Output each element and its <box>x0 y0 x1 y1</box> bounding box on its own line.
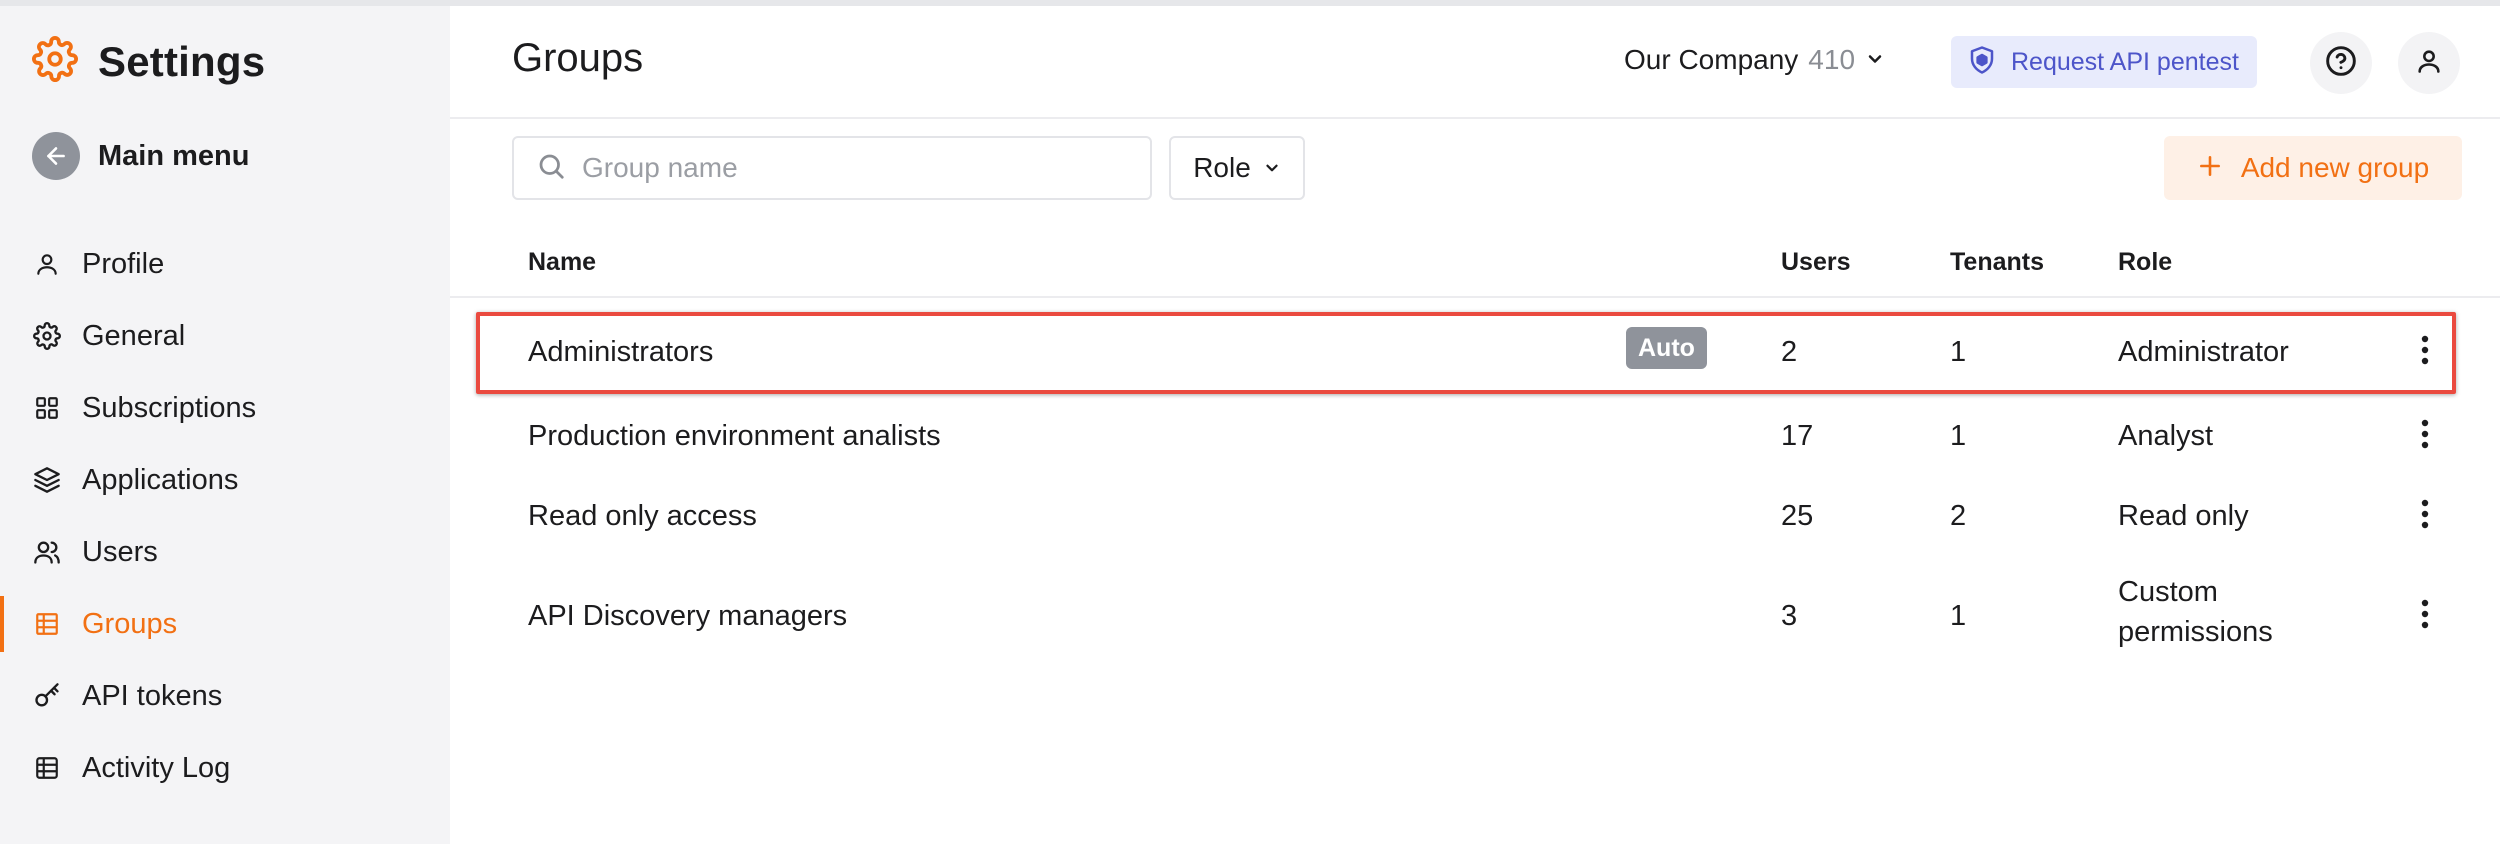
tenants-count: 2 <box>1950 500 1967 532</box>
group-role-line-2: permissions <box>2118 616 2273 648</box>
users-count: 25 <box>1781 500 1814 532</box>
table-header: Name Users Tenants Role <box>450 242 2500 298</box>
tenants-count: 1 <box>1950 600 1967 632</box>
key-icon <box>32 681 62 711</box>
group-role: Read only <box>2118 500 2249 532</box>
user-icon <box>2415 47 2443 80</box>
settings-title: Settings <box>98 37 266 85</box>
sidebar-item-api-tokens[interactable]: API tokens <box>0 660 450 732</box>
chevron-down-icon <box>1263 152 1281 184</box>
column-header-role: Role <box>2118 248 2173 276</box>
page-title: Groups <box>512 36 644 80</box>
column-header-tenants: Tenants <box>1950 248 2044 276</box>
request-api-pentest-button[interactable]: Request API pentest <box>1951 36 2257 88</box>
gear-icon <box>32 321 62 351</box>
add-new-group-label: Add new group <box>2240 152 2430 183</box>
company-count: 410 <box>1808 44 1856 75</box>
groups-icon <box>32 609 62 639</box>
sidebar-item-label: Subscriptions <box>82 391 257 424</box>
table-row[interactable]: Read only access 25 2 Read only <box>450 478 2500 556</box>
sidebar-item-label: Users <box>82 535 158 568</box>
chevron-down-icon <box>1865 44 1885 76</box>
role-filter-dropdown[interactable]: Role <box>1169 136 1305 200</box>
sidebar-item-label: General <box>82 319 186 352</box>
log-icon <box>32 753 62 783</box>
group-role-line-1: Custom <box>2118 576 2218 608</box>
help-circle-icon <box>2325 45 2357 82</box>
sidebar-item-subscriptions[interactable]: Subscriptions <box>0 372 450 444</box>
sidebar-item-groups[interactable]: Groups <box>0 588 450 660</box>
main-menu-button[interactable]: Main menu <box>32 132 249 180</box>
users-icon <box>32 537 62 567</box>
sidebar-item-applications[interactable]: Applications <box>0 444 450 516</box>
group-name-search-input[interactable] <box>582 152 1102 184</box>
groups-toolbar: Role Add new group <box>450 136 2500 204</box>
tenants-count: 1 <box>1950 336 1967 368</box>
group-name: Read only access <box>528 500 757 532</box>
users-count: 2 <box>1781 336 1798 368</box>
column-header-name: Name <box>528 248 597 276</box>
main-menu-label: Main menu <box>98 139 250 172</box>
pentest-label: Request API pentest <box>2011 47 2239 76</box>
grid-icon <box>32 393 62 423</box>
sidebar-item-activity-log[interactable]: Activity Log <box>0 732 450 804</box>
sidebar-item-label: Profile <box>82 247 165 280</box>
add-new-group-button[interactable]: Add new group <box>2164 136 2462 200</box>
group-role: Analyst <box>2118 420 2214 452</box>
search-icon <box>536 151 566 186</box>
layers-icon <box>32 465 62 495</box>
sidebar-item-label: Applications <box>82 463 239 496</box>
more-vertical-icon[interactable] <box>2410 418 2440 450</box>
group-name: Production environment analists <box>528 420 941 452</box>
group-name: API Discovery managers <box>528 600 848 632</box>
settings-nav: Profile General Subscriptions Applicatio… <box>0 228 450 804</box>
sidebar-item-label: API tokens <box>82 679 223 712</box>
company-selector[interactable]: Our Company 410 <box>1624 44 1885 76</box>
main-content: Groups Our Company 410 Request API pente… <box>450 6 2500 844</box>
sidebar-item-general[interactable]: General <box>0 300 450 372</box>
group-name: Administrators <box>528 336 714 368</box>
sidebar-item-label: Activity Log <box>82 751 231 784</box>
table-row[interactable]: Administrators Auto 2 1 Administrator <box>450 312 2500 394</box>
tenants-count: 1 <box>1950 420 1967 452</box>
role-filter-label: Role <box>1193 152 1251 183</box>
gear-logo-icon <box>32 36 78 87</box>
arrow-left-icon <box>32 132 80 180</box>
page-header: Groups Our Company 410 Request API pente… <box>450 6 2500 119</box>
table-row[interactable]: Production environment analists 17 1 Ana… <box>450 398 2500 476</box>
company-name: Our Company <box>1624 44 1799 75</box>
sidebar: Settings Main menu Profile General Subsc… <box>0 6 450 844</box>
settings-header: Settings <box>32 36 265 87</box>
column-header-users: Users <box>1781 248 1851 276</box>
account-button[interactable] <box>2398 32 2460 94</box>
auto-badge: Auto <box>1626 327 1707 369</box>
sidebar-item-users[interactable]: Users <box>0 516 450 588</box>
search-box <box>512 136 1152 200</box>
help-button[interactable] <box>2310 32 2372 94</box>
users-count: 17 <box>1781 420 1814 452</box>
users-count: 3 <box>1781 600 1798 632</box>
sidebar-item-label: Groups <box>82 607 178 640</box>
table-row[interactable]: API Discovery managers 3 1 Custom permis… <box>450 558 2500 674</box>
more-vertical-icon[interactable] <box>2410 598 2440 630</box>
shield-icon <box>1967 45 1997 80</box>
more-vertical-icon[interactable] <box>2410 334 2440 366</box>
plus-icon <box>2197 153 2223 184</box>
group-role: Administrator <box>2118 336 2289 368</box>
more-vertical-icon[interactable] <box>2410 498 2440 530</box>
person-icon <box>32 249 62 279</box>
sidebar-item-profile[interactable]: Profile <box>0 228 450 300</box>
